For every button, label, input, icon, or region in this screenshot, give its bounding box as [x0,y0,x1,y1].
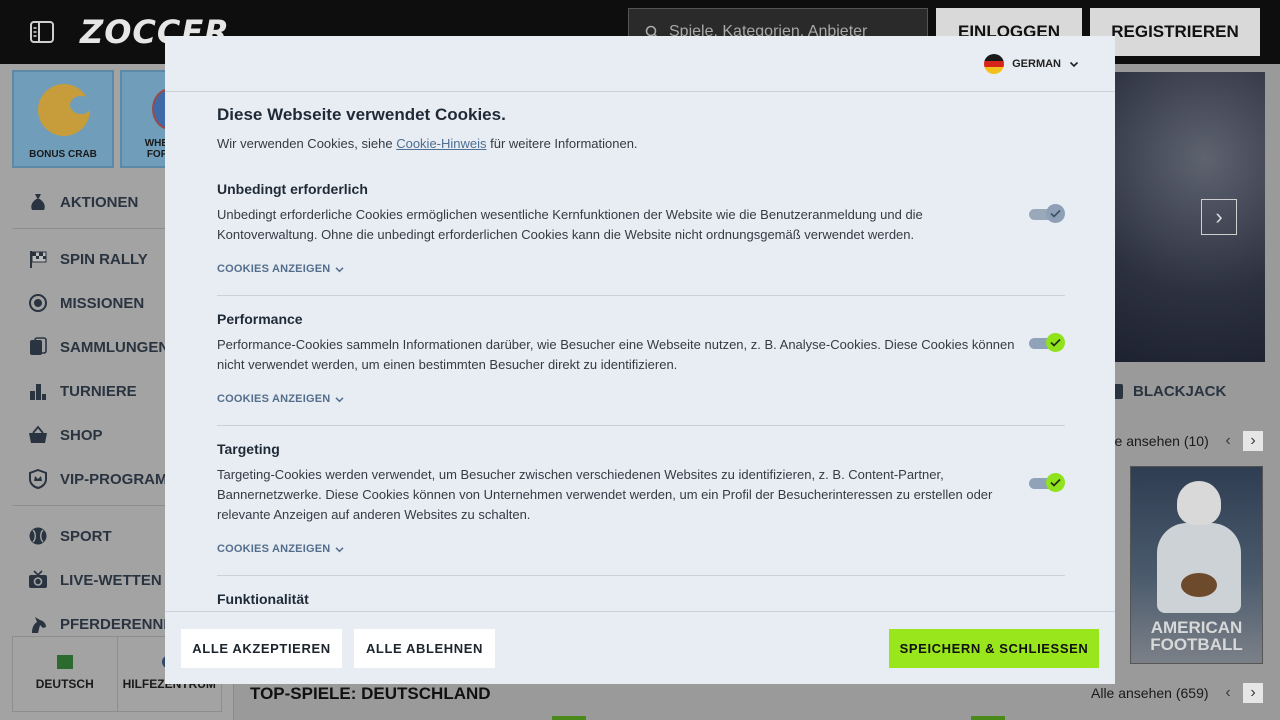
cookie-section-targeting: Targeting Targeting-Cookies werden verwe… [217,441,1065,591]
cookie-section-necessary: Unbedingt erforderlich Unbedingt erforde… [217,181,1065,311]
dialog-body[interactable]: Diese Webseite verwendet Cookies. Wir ve… [165,93,1115,611]
section-description: Targeting-Cookies werden verwendet, um B… [217,467,993,522]
section-title: Unbedingt erforderlich [217,181,368,197]
performance-toggle[interactable] [1029,333,1065,353]
cookie-notice-link[interactable]: Cookie-Hinweis [396,136,486,151]
section-divider [217,425,1065,426]
section-description: Performance-Cookies sammeln Informatione… [217,337,1015,372]
dialog-header: GERMAN [165,36,1115,92]
chevron-down-icon [335,546,344,552]
section-divider [217,575,1065,576]
show-cookies-label: COOKIES ANZEIGEN [217,543,331,555]
reject-all-button[interactable]: ALLE ABLEHNEN [354,629,495,668]
save-and-close-button[interactable]: SPEICHERN & SCHLIESSEN [889,629,1099,668]
dialog-title: Diese Webseite verwendet Cookies. [217,105,506,124]
show-cookies-label: COOKIES ANZEIGEN [217,393,331,405]
intro-text: Wir verwenden Cookies, siehe [217,136,397,151]
language-selector[interactable]: GERMAN [984,54,1079,74]
check-icon [1046,204,1065,223]
section-title: Targeting [217,441,280,457]
show-cookies-necessary[interactable]: COOKIES ANZEIGEN [217,263,344,275]
cookie-section-functionality: Funktionalität [217,591,1065,611]
intro-text: für weitere Informationen. [486,136,638,151]
chevron-down-icon [335,266,344,272]
cookie-consent-dialog: GERMAN Diese Webseite verwendet Cookies.… [165,36,1115,684]
check-icon [1046,473,1065,492]
language-label: GERMAN [1012,58,1061,70]
german-flag-icon [984,54,1005,74]
cookie-section-performance: Performance Performance-Cookies sammeln … [217,311,1065,441]
section-title: Performance [217,311,303,327]
necessary-toggle [1029,204,1065,224]
dialog-footer: ALLE AKZEPTIEREN ALLE ABLEHNEN SPEICHERN… [165,611,1115,684]
accept-all-button[interactable]: ALLE AKZEPTIEREN [181,629,342,668]
show-cookies-label: COOKIES ANZEIGEN [217,263,331,275]
show-cookies-performance[interactable]: COOKIES ANZEIGEN [217,393,344,405]
check-icon [1046,333,1065,352]
section-divider [217,295,1065,296]
targeting-toggle[interactable] [1029,473,1065,493]
section-description: Unbedingt erforderliche Cookies ermöglic… [217,207,923,242]
section-title: Funktionalität [217,591,309,607]
dialog-intro: Wir verwenden Cookies, siehe Cookie-Hinw… [217,136,638,151]
chevron-down-icon [1069,61,1079,68]
show-cookies-targeting[interactable]: COOKIES ANZEIGEN [217,543,344,555]
chevron-down-icon [335,396,344,402]
